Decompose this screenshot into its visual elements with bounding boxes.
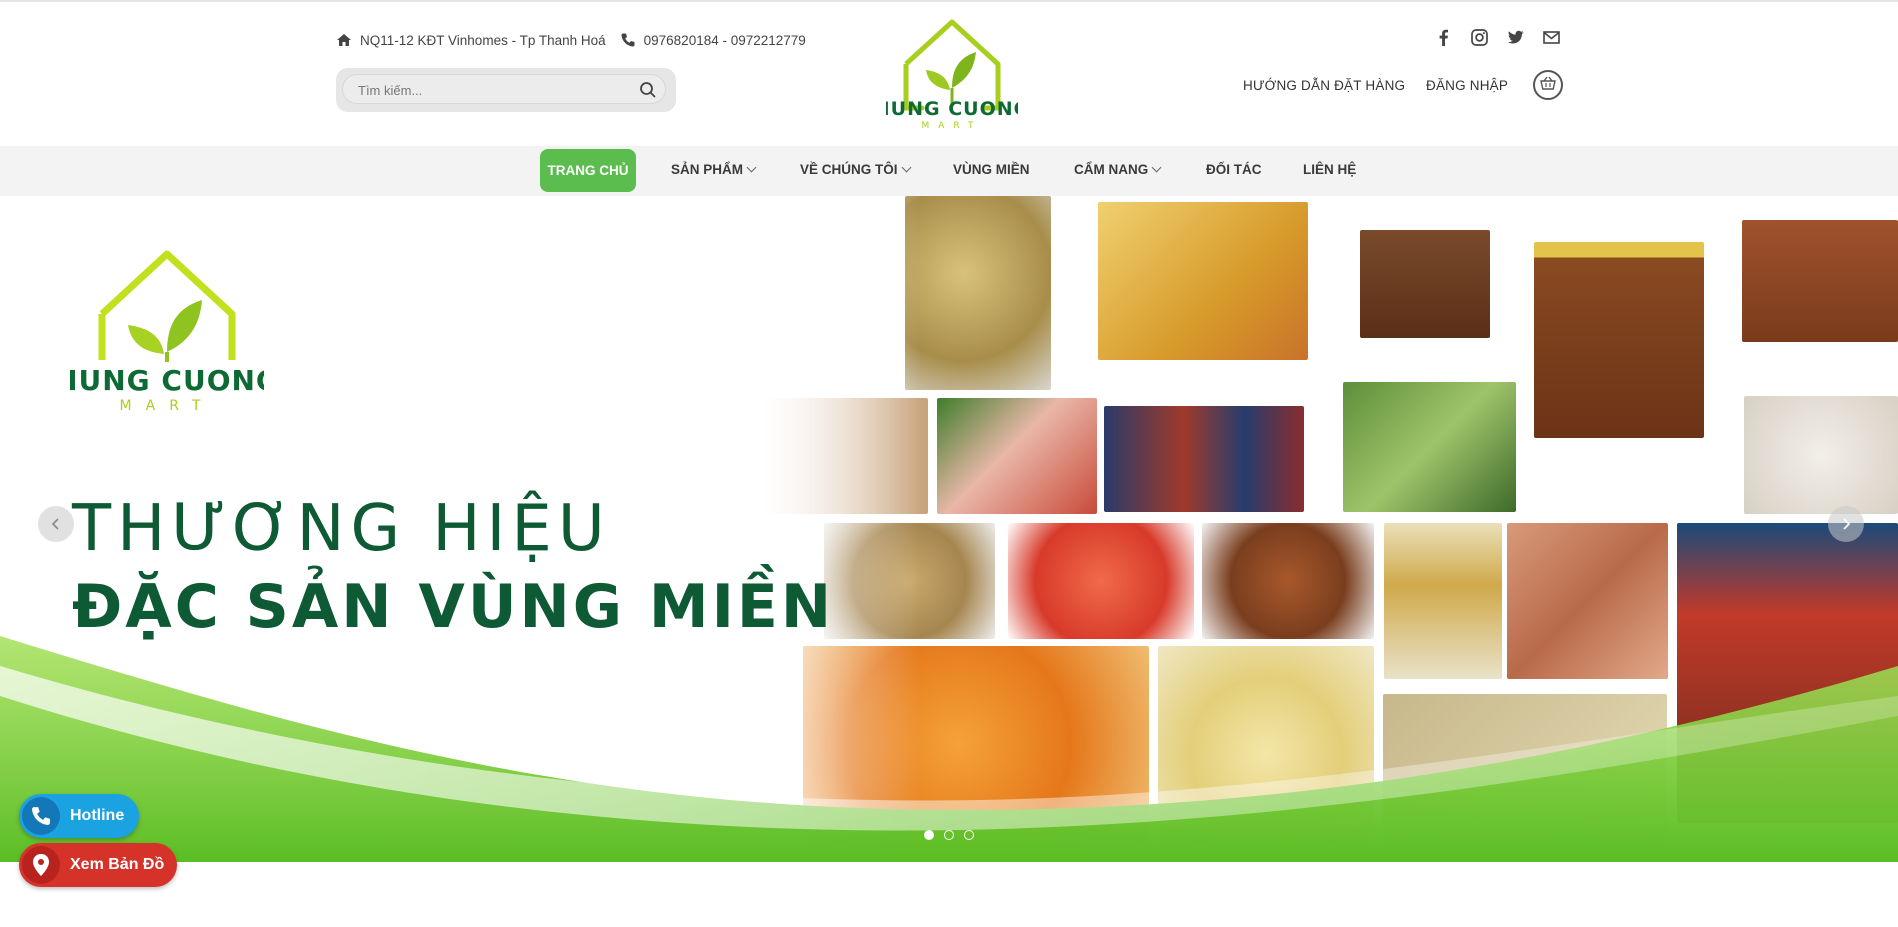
order-guide-link[interactable]: HƯỚNG DẪN ĐẶT HÀNG <box>1243 78 1405 93</box>
nav-item-products[interactable]: SẢN PHẨM <box>671 162 757 177</box>
address-text: NQ11-12 KĐT Vinhomes - Tp Thanh Hoá <box>360 32 606 48</box>
phone-call-icon <box>22 797 60 835</box>
slider-dot-1[interactable] <box>924 830 934 840</box>
slider-dots <box>924 830 974 840</box>
nav-item-handbook-label: CẨM NANG <box>1074 162 1149 177</box>
nav-item-about[interactable]: VỀ CHÚNG TÔI <box>800 162 911 177</box>
site-header: NQ11-12 KĐT Vinhomes - Tp Thanh Hoá 0976… <box>0 2 1898 146</box>
nav-item-products-label: SẢN PHẨM <box>671 162 744 177</box>
main-navigation: TRANG CHỦ SẢN PHẨM VỀ CHÚNG TÔI VÙNG MIỀ… <box>0 146 1898 196</box>
hero-logo: HUNG CUONG MART <box>54 248 279 414</box>
slider-dot-3[interactable] <box>964 830 974 840</box>
hero-tagline-line1: THƯƠNG HIỆU <box>72 492 611 566</box>
nav-item-contact[interactable]: LIÊN HỆ <box>1303 162 1356 177</box>
chevron-right-icon <box>1843 518 1851 530</box>
view-map-label: Xem Bản Đồ <box>70 856 165 873</box>
slider-dot-2[interactable] <box>944 830 954 840</box>
logo-sub: MART <box>921 121 982 130</box>
nav-item-partners[interactable]: ĐỐI TÁC <box>1206 162 1262 177</box>
search-input[interactable]: Tìm kiếm... <box>342 74 666 104</box>
site-logo[interactable]: HUNG CUONG MART <box>874 18 1029 131</box>
nav-item-handbook[interactable]: CẨM NANG <box>1074 162 1162 177</box>
nav-item-home[interactable]: TRANG CHỦ <box>540 149 636 192</box>
chevron-down-icon <box>1151 162 1162 173</box>
instagram-icon[interactable] <box>1470 28 1489 47</box>
nav-item-regions[interactable]: VÙNG MIỀN <box>953 162 1030 177</box>
basket-icon <box>1540 76 1556 95</box>
chevron-down-icon <box>901 162 911 173</box>
home-icon <box>336 32 352 48</box>
hero-slider: HUNG CUONG MART THƯƠNG HIỆU ĐẶC SẢN VÙNG… <box>0 196 1898 862</box>
twitter-icon[interactable] <box>1506 28 1525 47</box>
slider-next-button[interactable] <box>1828 506 1864 542</box>
search-form: Tìm kiếm... <box>336 68 676 112</box>
social-links <box>1434 28 1561 47</box>
phone-icon <box>620 32 636 48</box>
cart-button[interactable] <box>1533 70 1563 100</box>
email-icon[interactable] <box>1542 28 1561 47</box>
view-map-button[interactable]: Xem Bản Đồ <box>19 843 177 887</box>
nav-item-about-label: VỀ CHÚNG TÔI <box>800 162 898 177</box>
login-link[interactable]: ĐĂNG NHẬP <box>1426 78 1508 93</box>
hero-logo-wordmark: HUNG CUONG <box>70 364 264 397</box>
chevron-left-icon <box>51 518 59 530</box>
hero-logo-sub: MART <box>120 398 215 414</box>
facebook-icon[interactable] <box>1434 28 1453 47</box>
hero-tagline-line2: ĐẶC SẢN VÙNG MIỀN <box>72 572 835 642</box>
map-pin-icon <box>22 846 60 884</box>
phone-text[interactable]: 0976820184 - 0972212779 <box>644 33 806 48</box>
chevron-down-icon <box>746 162 757 173</box>
search-placeholder: Tìm kiếm... <box>358 83 423 98</box>
hotline-label: Hotline <box>70 807 125 824</box>
slider-prev-button[interactable] <box>38 506 74 542</box>
logo-wordmark: HUNG CUONG <box>886 98 1018 120</box>
hotline-button[interactable]: Hotline <box>19 794 139 838</box>
contact-bar: NQ11-12 KĐT Vinhomes - Tp Thanh Hoá 0976… <box>336 32 806 48</box>
search-icon[interactable] <box>639 81 657 99</box>
